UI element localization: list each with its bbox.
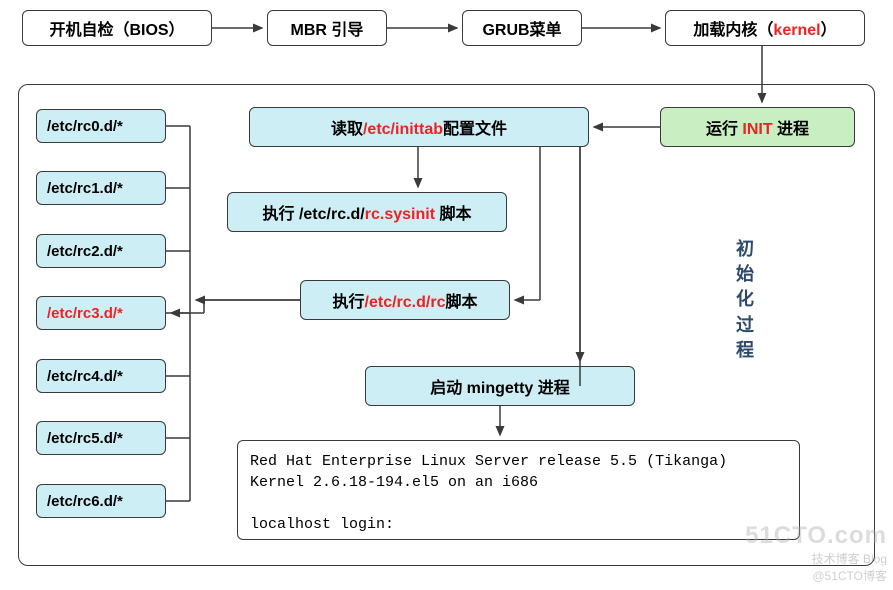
- terminal-output: Red Hat Enterprise Linux Server release …: [237, 440, 800, 540]
- label: 执行/etc/rc.d/rc脚本: [333, 288, 478, 312]
- label: GRUB菜单: [482, 16, 561, 40]
- label: 启动 mingetty 进程: [430, 374, 570, 398]
- label: 读取/etc/inittab配置文件: [331, 115, 507, 139]
- terminal-line2: Kernel 2.6.18-194.el5 on an i686: [250, 472, 787, 493]
- side-label: 初 始 化 过 程: [735, 237, 755, 363]
- node-init: 运行 INIT 进程: [660, 107, 855, 147]
- node-rc5: /etc/rc5.d/*: [36, 421, 166, 455]
- node-rc6: /etc/rc6.d/*: [36, 484, 166, 518]
- node-rc2: /etc/rc2.d/*: [36, 234, 166, 268]
- label: 运行 INIT 进程: [706, 115, 809, 139]
- node-rc1: /etc/rc1.d/*: [36, 171, 166, 205]
- node-mbr: MBR 引导: [267, 10, 387, 46]
- node-rc0: /etc/rc0.d/*: [36, 109, 166, 143]
- node-rc4: /etc/rc4.d/*: [36, 359, 166, 393]
- label: MBR 引导: [291, 16, 364, 40]
- node-kernel: 加载内核（kernel）: [665, 10, 865, 46]
- watermark: 51CTO.com 技术博客 Blog @51CTO博客: [745, 522, 887, 584]
- node-grub: GRUB菜单: [462, 10, 582, 46]
- node-rc3: /etc/rc3.d/*: [36, 296, 166, 330]
- terminal-line3: localhost login:: [250, 514, 787, 535]
- label: 加载内核（kernel）: [693, 16, 836, 40]
- node-inittab: 读取/etc/inittab配置文件: [249, 107, 589, 147]
- label: 执行 /etc/rc.d/rc.sysinit 脚本: [263, 200, 472, 224]
- node-bios: 开机自检（BIOS）: [22, 10, 212, 46]
- node-rc-script: 执行/etc/rc.d/rc脚本: [300, 280, 510, 320]
- node-sysinit: 执行 /etc/rc.d/rc.sysinit 脚本: [227, 192, 507, 232]
- terminal-line1: Red Hat Enterprise Linux Server release …: [250, 451, 787, 472]
- node-mingetty: 启动 mingetty 进程: [365, 366, 635, 406]
- label: 开机自检（BIOS）: [49, 16, 184, 40]
